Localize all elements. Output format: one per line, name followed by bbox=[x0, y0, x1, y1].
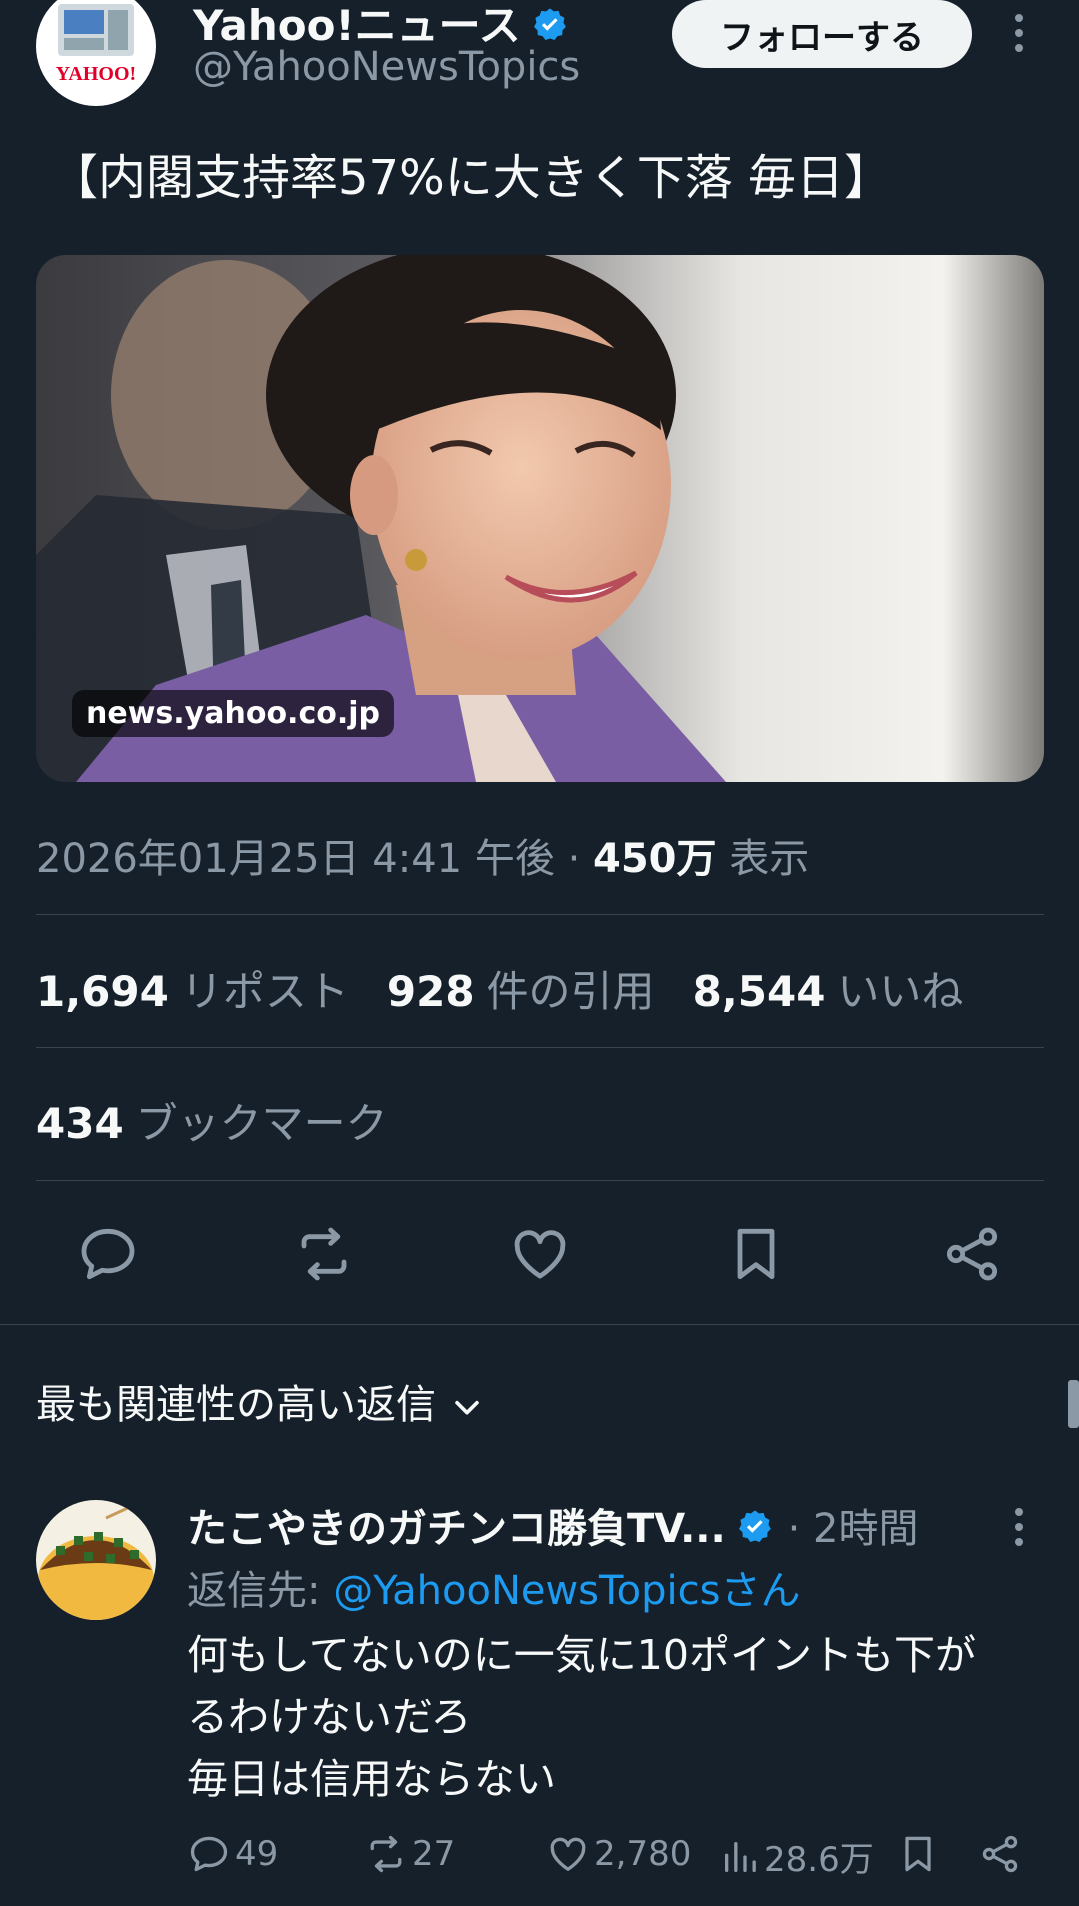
reply-bookmark-button[interactable] bbox=[896, 1832, 944, 1876]
post-headline: 【内閣支持率57%に大きく下落 毎日】 bbox=[50, 150, 892, 206]
more-icon bbox=[1015, 14, 1023, 59]
reply-button[interactable] bbox=[76, 1222, 140, 1286]
likes-count: 8,544 bbox=[692, 967, 826, 1016]
share-button[interactable] bbox=[940, 1222, 1004, 1286]
likes-label: いいね bbox=[837, 967, 964, 1016]
chevron-down-icon bbox=[455, 1400, 479, 1415]
quotes-label: 件の引用 bbox=[486, 967, 655, 1016]
engagement-stats: 1,694 リポスト 928 件の引用 8,544 いいね bbox=[36, 958, 963, 1019]
scrollbar-thumb[interactable] bbox=[1068, 1380, 1079, 1428]
reply-likes-count: 2,780 bbox=[594, 1834, 692, 1874]
reply-reposts-count: 27 bbox=[412, 1834, 456, 1874]
views-icon bbox=[725, 1841, 756, 1872]
bookmark-icon bbox=[905, 1836, 931, 1872]
like-icon bbox=[514, 1230, 566, 1279]
share-icon bbox=[946, 1227, 998, 1281]
reply-to-mention[interactable]: @YahooNewsTopicsさん bbox=[333, 1568, 800, 1614]
views-label: 表示 bbox=[729, 836, 810, 882]
more-icon bbox=[1015, 1508, 1023, 1553]
divider bbox=[36, 1047, 1044, 1048]
divider bbox=[36, 914, 1044, 915]
bookmark-icon bbox=[737, 1228, 775, 1280]
repost-button[interactable] bbox=[292, 1222, 356, 1286]
reply-icon bbox=[81, 1228, 135, 1280]
bookmarks-stat[interactable]: 434 ブックマーク bbox=[36, 1090, 388, 1151]
account-handle[interactable]: @YahooNewsTopics bbox=[193, 44, 580, 90]
section-divider bbox=[0, 1324, 1079, 1325]
reply-views-button[interactable]: 28.6万 bbox=[720, 1832, 874, 1881]
reply-like-button[interactable]: 2,780 bbox=[546, 1832, 691, 1876]
verified-badge-icon bbox=[533, 8, 566, 41]
reply-header: たこやきのガチンコ勝負TV... · 2時間 bbox=[187, 1496, 919, 1554]
reply-author-name[interactable]: たこやきのガチンコ勝負TV... bbox=[187, 1506, 726, 1552]
reposts-stat[interactable]: 1,694 リポスト bbox=[36, 967, 349, 1016]
reply-icon bbox=[190, 1836, 228, 1872]
like-button[interactable] bbox=[508, 1222, 572, 1286]
likes-stat[interactable]: 8,544 いいね bbox=[693, 967, 964, 1016]
account-avatar[interactable]: YAHOO! bbox=[36, 0, 156, 106]
replies-sort-dropdown[interactable]: 最も関連性の高い返信 bbox=[36, 1372, 484, 1430]
link-domain-badge: news.yahoo.co.jp bbox=[72, 690, 394, 737]
repost-icon bbox=[301, 1227, 347, 1281]
reply-share-button[interactable] bbox=[978, 1832, 1026, 1876]
reply-text-line: るわけないだろ bbox=[187, 1693, 472, 1741]
reposts-count: 1,694 bbox=[36, 967, 169, 1016]
reply-to-line: 返信先: @YahooNewsTopicsさん bbox=[187, 1558, 800, 1616]
reply-replies-count: 49 bbox=[235, 1834, 279, 1874]
post-meta: 2026年01月25日 4:41 午後 · 450万 表示 bbox=[36, 826, 809, 884]
repost-icon bbox=[370, 1835, 402, 1873]
reposts-label: リポスト bbox=[180, 967, 349, 1016]
account-name-text: Yahoo!ニュース bbox=[193, 1, 521, 50]
bookmarks-count: 434 bbox=[36, 1099, 124, 1148]
like-icon bbox=[550, 1837, 586, 1871]
reply-text-line: 毎日は信用ならない bbox=[187, 1755, 556, 1803]
reply-views-count: 28.6万 bbox=[764, 1840, 874, 1880]
bookmark-button[interactable] bbox=[724, 1222, 788, 1286]
bookmarks-label: ブックマーク bbox=[135, 1099, 388, 1148]
news-link-card[interactable]: news.yahoo.co.jp bbox=[36, 255, 1044, 782]
reply-text-line: 何もしてないのに一気に10ポイントも下が bbox=[187, 1631, 976, 1679]
reply-repost-button[interactable]: 27 bbox=[364, 1832, 455, 1876]
reply-reply-button[interactable]: 49 bbox=[187, 1832, 278, 1876]
svg-text:YAHOO!: YAHOO! bbox=[56, 63, 136, 85]
follow-button[interactable]: フォローする bbox=[672, 0, 972, 68]
reply-avatar[interactable] bbox=[36, 1500, 156, 1620]
share-icon bbox=[982, 1835, 1018, 1873]
reply-time[interactable]: · 2時間 bbox=[788, 1506, 919, 1552]
views-count: 450万 bbox=[593, 836, 717, 882]
quotes-stat[interactable]: 928 件の引用 bbox=[387, 967, 655, 1016]
replies-sort-label: 最も関連性の高い返信 bbox=[36, 1382, 436, 1428]
verified-badge-icon bbox=[738, 1510, 771, 1543]
meta-separator: · bbox=[567, 836, 581, 882]
quotes-count: 928 bbox=[386, 967, 475, 1016]
divider bbox=[36, 1180, 1044, 1181]
post-timestamp[interactable]: 2026年01月25日 4:41 午後 bbox=[36, 836, 555, 882]
reply-body: 何もしてないのに一気に10ポイントも下が るわけないだろ 毎日は信用ならない bbox=[187, 1624, 1027, 1810]
reply-to-prefix: 返信先: bbox=[187, 1568, 321, 1614]
